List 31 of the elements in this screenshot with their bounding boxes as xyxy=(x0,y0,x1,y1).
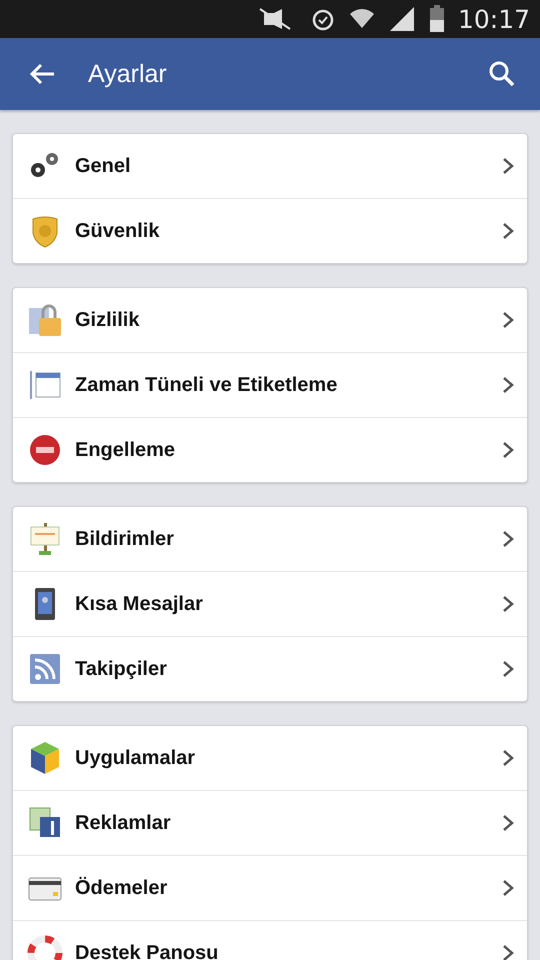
settings-row[interactable]: Uygulamalar xyxy=(13,726,527,790)
settings-row[interactable]: Zaman Tüneli ve Etiketleme xyxy=(13,352,527,417)
settings-row[interactable]: Reklamlar xyxy=(13,790,527,855)
settings-row[interactable]: Güvenlik xyxy=(13,198,527,263)
battery-icon xyxy=(428,5,446,33)
chevron-icon xyxy=(501,813,515,833)
rss-icon xyxy=(27,651,63,687)
chevron-icon xyxy=(501,943,515,960)
chevron-icon xyxy=(501,659,515,679)
screen-title: Ayarlar xyxy=(88,60,168,88)
clock-time: 10:17 xyxy=(458,4,530,34)
chevron-icon xyxy=(501,594,515,614)
signal-icon xyxy=(388,6,416,32)
chevron-icon xyxy=(501,310,515,330)
settings-row[interactable]: Destek Panosu xyxy=(13,920,527,960)
settings-row[interactable]: Bildirimler xyxy=(13,507,527,571)
chevron-icon xyxy=(501,878,515,898)
settings-row[interactable]: Gizlilik xyxy=(13,288,527,352)
settings-row[interactable]: Takipçiler xyxy=(13,636,527,701)
chevron-icon xyxy=(501,529,515,549)
block-icon xyxy=(27,432,63,468)
settings-row[interactable]: Ödemeler xyxy=(13,855,527,920)
chevron-icon xyxy=(501,440,515,460)
settings-row[interactable]: Kısa Mesajlar xyxy=(13,571,527,636)
lock-icon xyxy=(27,302,63,338)
chevron-icon xyxy=(501,221,515,241)
chevron-icon xyxy=(501,156,515,176)
settings-row[interactable]: Genel xyxy=(13,134,527,198)
chevron-icon xyxy=(501,748,515,768)
chevron-icon xyxy=(501,375,515,395)
settings-row[interactable]: Engelleme xyxy=(13,417,527,482)
